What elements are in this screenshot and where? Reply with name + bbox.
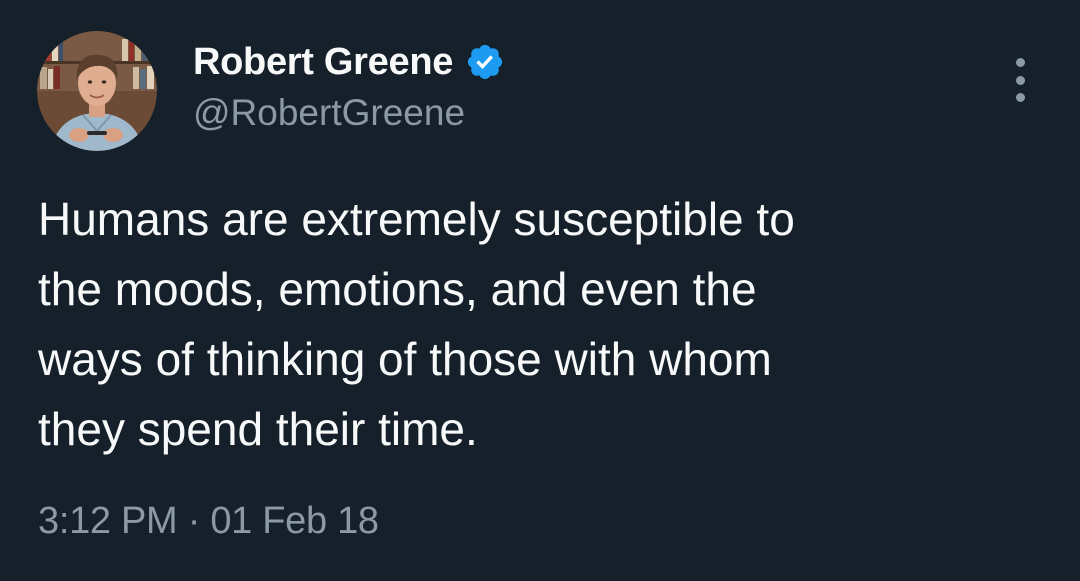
tweet-text-line: the moods, emotions, and even the (38, 263, 757, 315)
tweet-card: Robert Greene @RobertGreene Humans are e… (0, 0, 1080, 581)
verified-badge-icon (467, 44, 503, 80)
avatar[interactable] (37, 31, 157, 151)
more-options-button[interactable] (1004, 58, 1036, 102)
meta-separator: · (187, 500, 201, 542)
tweet-text-line: Humans are extremely susceptible to (38, 193, 795, 245)
tweet-text: Humans are extremely susceptible to the … (38, 184, 1038, 464)
tweet-text-line: they spend their time. (38, 403, 478, 455)
more-vertical-icon (1015, 58, 1025, 67)
tweet-time: 3:12 PM (38, 500, 178, 542)
tweet-text-line: ways of thinking of those with whom (38, 333, 772, 385)
tweet-timestamp[interactable]: 3:12 PM · 01 Feb 18 (38, 500, 379, 543)
author-display-name[interactable]: Robert Greene (193, 41, 453, 84)
avatar-image (37, 31, 157, 151)
author-handle[interactable]: @RobertGreene (193, 92, 465, 134)
author-name-row: Robert Greene (193, 38, 505, 86)
tweet-date: 01 Feb 18 (210, 500, 379, 542)
